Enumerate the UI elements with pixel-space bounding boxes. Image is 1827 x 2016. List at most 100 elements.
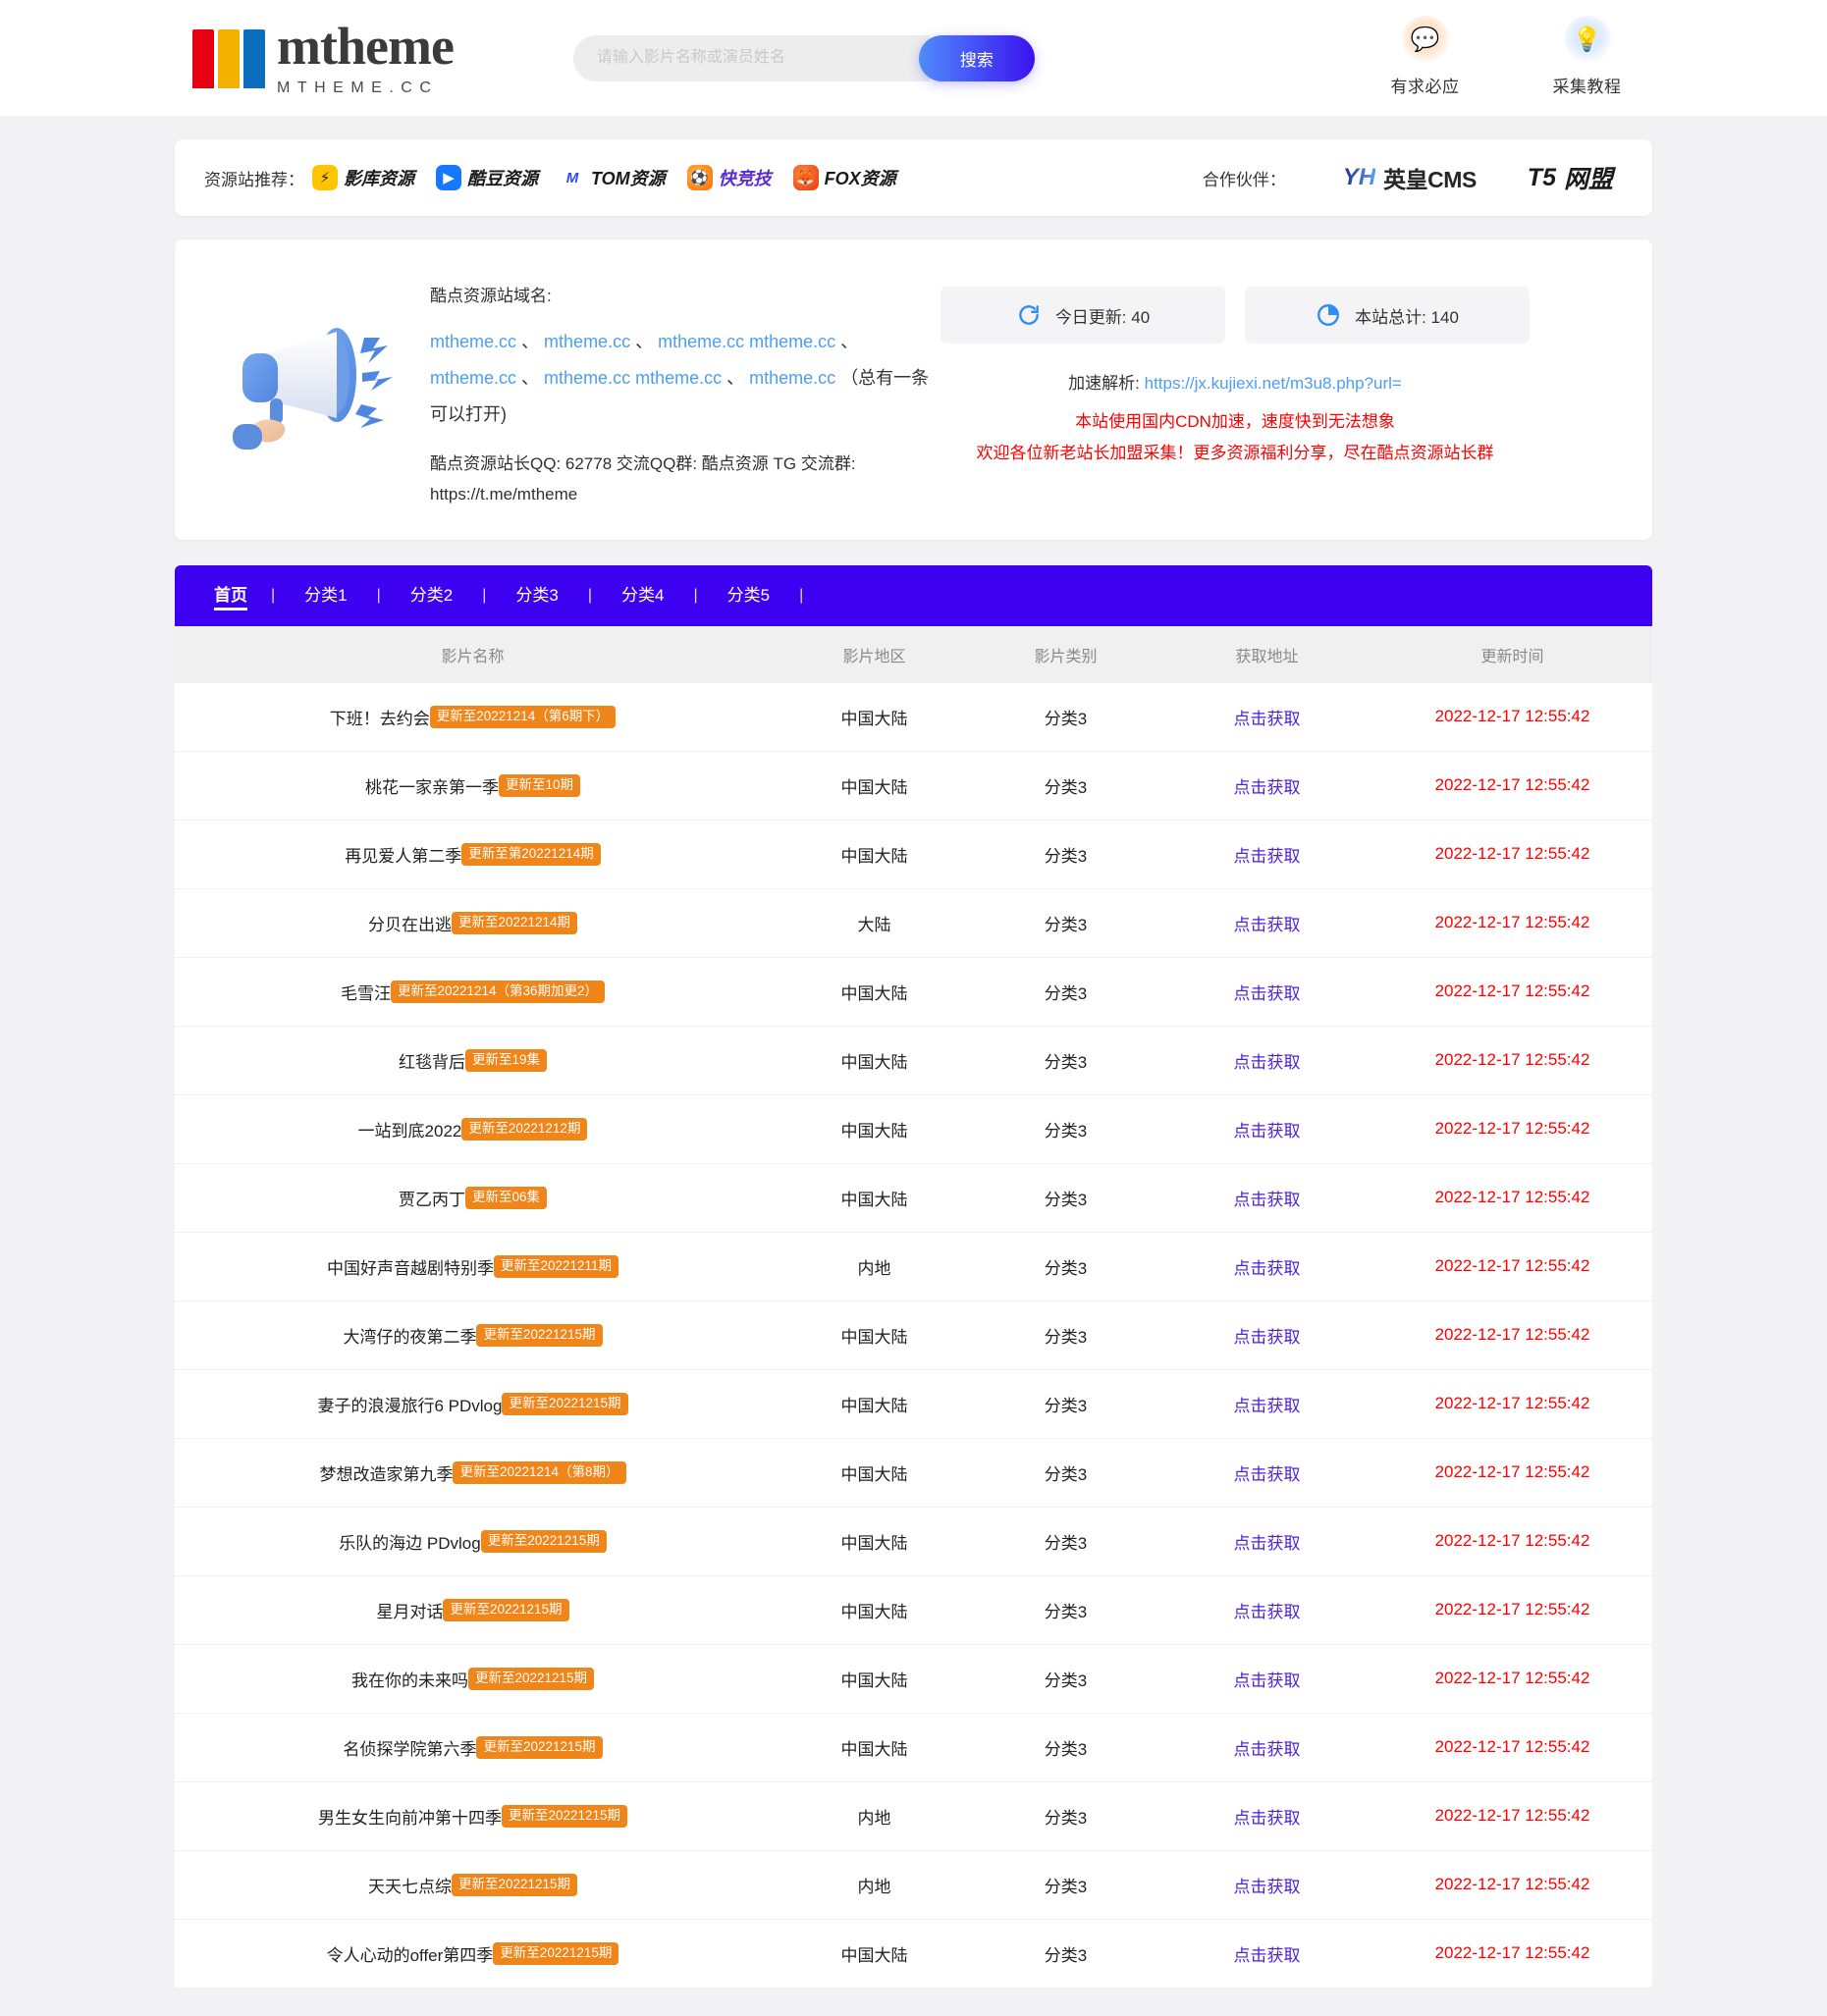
cell-film-name: 天天七点综 更新至20221215期 — [175, 1873, 779, 1897]
table-row[interactable]: 再见爱人第二季 更新至第20221214期 中国大陆 分类3 点击获取 2022-12-1… — [175, 821, 1652, 889]
table-row[interactable]: 令人心动的offer第四季 更新至20221215期 中国大陆 分类3 点击获取 2022… — [175, 1920, 1652, 1989]
table-row[interactable]: 桃花一家亲第一季 更新至10期 中国大陆 分类3 点击获取 2022-12-17 12:5… — [175, 752, 1652, 821]
site-header: mtheme MTHEME.CC 搜索 💬 有求必应 💡 采集教程 — [0, 0, 1827, 116]
film-update-badge: 更新至20221215期 — [502, 1393, 628, 1415]
partner-link-tom[interactable]: M TOM资源 — [560, 165, 666, 190]
table-row[interactable]: 男生女生向前冲第十四季 更新至20221215期 内地 分类3 点击获取 2022-12-… — [175, 1782, 1652, 1851]
get-link-button[interactable]: 点击获取 — [1234, 1259, 1301, 1278]
get-link-button[interactable]: 点击获取 — [1234, 1809, 1301, 1828]
domain-link-7[interactable]: mtheme.cc — [635, 368, 722, 388]
get-link-button[interactable]: 点击获取 — [1234, 984, 1301, 1003]
coop-link-yhcms[interactable]: YH 英皇CMS — [1343, 161, 1477, 194]
nav-item-category-5[interactable]: 分类5 — [698, 565, 799, 626]
domain-link-6[interactable]: mtheme.cc — [544, 368, 630, 388]
get-link-button[interactable]: 点击获取 — [1234, 1603, 1301, 1621]
nav-item-category-4[interactable]: 分类4 — [592, 565, 693, 626]
table-row[interactable]: 天天七点综 更新至20221215期 内地 分类3 点击获取 2022-12-17 12:… — [175, 1851, 1652, 1920]
cell-category: 分类3 — [1044, 1945, 1088, 1965]
table-row[interactable]: 一站到底2022 更新至20221212期 中国大陆 分类3 点击获取 2022-12-1… — [175, 1095, 1652, 1164]
get-link-button[interactable]: 点击获取 — [1234, 1465, 1301, 1484]
cell-region: 中国大陆 — [840, 1190, 908, 1209]
play-icon: ▶ — [436, 165, 461, 190]
table-row[interactable]: 妻子的浪漫旅行6 PDvlog 更新至20221215期 中国大陆 分类3 点击获取 20… — [175, 1370, 1652, 1439]
get-link-button[interactable]: 点击获取 — [1234, 1328, 1301, 1347]
table-row[interactable]: 中国好声音越剧特别季 更新至20221211期 内地 分类3 点击获取 2022-12-1… — [175, 1233, 1652, 1301]
nav-item-category-2[interactable]: 分类2 — [381, 565, 482, 626]
coop-link-t5[interactable]: T5 网盟 — [1528, 160, 1613, 195]
quicklink-tutorial[interactable]: 💡 采集教程 — [1535, 16, 1639, 97]
partner-list: ⚡ 影库资源 ▶ 酷豆资源 M TOM资源 ⚽ 快竞技 🦊 FOX资源 — [312, 165, 896, 190]
nav-item-home[interactable]: 首页 — [206, 565, 271, 626]
table-row[interactable]: 红毯背后 更新至19集 中国大陆 分类3 点击获取 2022-12-17 12:55:42 — [175, 1027, 1652, 1095]
get-link-button[interactable]: 点击获取 — [1234, 1122, 1301, 1141]
cell-region: 中国大陆 — [840, 1327, 908, 1347]
table-row[interactable]: 乐队的海边 PDvlog 更新至20221215期 中国大陆 分类3 点击获取 2022-… — [175, 1508, 1652, 1576]
table-row[interactable]: 大湾仔的夜第二季 更新至20221215期 中国大陆 分类3 点击获取 2022-12-1… — [175, 1301, 1652, 1370]
get-link-button[interactable]: 点击获取 — [1234, 1740, 1301, 1759]
domain-link-8[interactable]: mtheme.cc — [749, 368, 835, 388]
get-link-button[interactable]: 点击获取 — [1234, 1191, 1301, 1209]
film-update-badge: 更新至20221212期 — [461, 1118, 588, 1141]
cell-link: 点击获取 — [1161, 911, 1372, 935]
cell-film-name: 名侦探学院第六季 更新至20221215期 — [175, 1735, 779, 1760]
film-title: 分贝在出逃 更新至20221214期 — [368, 911, 578, 935]
nav-item-category-1[interactable]: 分类1 — [275, 565, 376, 626]
cell-region: 中国大陆 — [840, 1464, 908, 1484]
cell-film-name: 我在你的未来吗 更新至20221215期 — [175, 1667, 779, 1691]
get-link-button[interactable]: 点击获取 — [1234, 1397, 1301, 1415]
get-link-button[interactable]: 点击获取 — [1234, 778, 1301, 797]
get-link-button[interactable]: 点击获取 — [1234, 1534, 1301, 1553]
stat-total-label: 本站总计: 140 — [1355, 307, 1459, 327]
partner-link-kudou[interactable]: ▶ 酷豆资源 — [436, 165, 538, 190]
partner-link-fox[interactable]: 🦊 FOX资源 — [792, 165, 896, 190]
domain-list: mtheme.cc 、 mtheme.cc 、 mtheme.cc mtheme… — [430, 332, 930, 425]
search-button[interactable]: 搜索 — [918, 34, 1035, 81]
cell-update-time: 2022-12-17 12:55:42 — [1434, 1943, 1590, 1963]
cell-region: 中国大陆 — [840, 983, 908, 1003]
table-row[interactable]: 分贝在出逃 更新至20221214期 大陆 分类3 点击获取 2022-12-17 12:… — [175, 889, 1652, 958]
partner-link-kuaijingji[interactable]: ⚽ 快竞技 — [686, 165, 772, 190]
table-row[interactable]: 名侦探学院第六季 更新至20221215期 中国大陆 分类3 点击获取 2022-12-1… — [175, 1714, 1652, 1782]
film-title-text: 名侦探学院第六季 — [343, 1739, 477, 1759]
domain-link-1[interactable]: mtheme.cc — [430, 332, 516, 351]
get-link-button[interactable]: 点击获取 — [1234, 1053, 1301, 1072]
lightning-icon: ⚡ — [312, 165, 338, 190]
get-link-button[interactable]: 点击获取 — [1234, 1946, 1301, 1965]
film-update-badge: 更新至19集 — [464, 1049, 548, 1072]
logo-subtitle: MTHEME.CC — [277, 79, 439, 96]
cell-film-name: 再见爱人第二季 更新至第20221214期 — [175, 842, 779, 867]
table-row[interactable]: 梦想改造家第九季 更新至20221214（第8期） 中国大陆 分类3 点击获取 2022-… — [175, 1439, 1652, 1508]
table-row[interactable]: 星月对话 更新至20221215期 中国大陆 分类3 点击获取 2022-12-17 12… — [175, 1576, 1652, 1645]
nav-item-category-3[interactable]: 分类3 — [486, 565, 587, 626]
film-title-text: 大湾仔的夜第二季 — [343, 1327, 477, 1347]
film-title-text: 红毯背后 — [398, 1052, 465, 1072]
get-link-button[interactable]: 点击获取 — [1234, 1671, 1301, 1690]
domain-link-4[interactable]: mtheme.cc — [749, 332, 835, 351]
get-link-button[interactable]: 点击获取 — [1234, 1878, 1301, 1896]
table-row[interactable]: 毛雪汪 更新至20221214（第36期加更2） 中国大陆 分类3 点击获取 2022-1… — [175, 958, 1652, 1027]
cell-region: 中国大陆 — [840, 1052, 908, 1072]
table-row[interactable]: 贾乙丙丁 更新至06集 中国大陆 分类3 点击获取 2022-12-17 12:55:42 — [175, 1164, 1652, 1233]
cell-update-time: 2022-12-17 12:55:42 — [1434, 1462, 1590, 1482]
cell-film-name: 妻子的浪漫旅行6 PDvlog 更新至20221215期 — [175, 1392, 779, 1416]
quicklink-request[interactable]: 💬 有求必应 — [1373, 16, 1477, 97]
domain-link-5[interactable]: mtheme.cc — [430, 368, 516, 388]
film-title-text: 毛雪汪 — [340, 983, 391, 1003]
get-link-button[interactable]: 点击获取 — [1234, 916, 1301, 934]
table-row[interactable]: 我在你的未来吗 更新至20221215期 中国大陆 分类3 点击获取 2022-12-17… — [175, 1645, 1652, 1714]
table-row[interactable]: 下班！去约会 更新至20221214（第6期下） 中国大陆 分类3 点击获取 2022-1… — [175, 683, 1652, 752]
cell-update-time: 2022-12-17 12:55:42 — [1434, 1325, 1590, 1345]
search-input[interactable] — [572, 34, 930, 81]
film-title: 我在你的未来吗 更新至20221215期 — [351, 1667, 595, 1691]
film-title-text: 星月对话 — [376, 1602, 444, 1621]
site-logo[interactable]: mtheme MTHEME.CC — [192, 20, 455, 97]
domain-link-2[interactable]: mtheme.cc — [544, 332, 630, 351]
domain-link-3[interactable]: mtheme.cc — [658, 332, 744, 351]
partner-link-kuaijingji-label: 快竞技 — [718, 169, 772, 188]
partner-link-yingku[interactable]: ⚡ 影库资源 — [312, 165, 414, 190]
get-link-button[interactable]: 点击获取 — [1234, 710, 1301, 728]
parse-url-link[interactable]: https://jx.kujiexi.net/m3u8.php?url= — [1145, 374, 1402, 393]
get-link-button[interactable]: 点击获取 — [1234, 847, 1301, 866]
column-header-time: 更新时间 — [1480, 648, 1544, 665]
cell-update-time: 2022-12-17 12:55:42 — [1434, 1394, 1590, 1413]
